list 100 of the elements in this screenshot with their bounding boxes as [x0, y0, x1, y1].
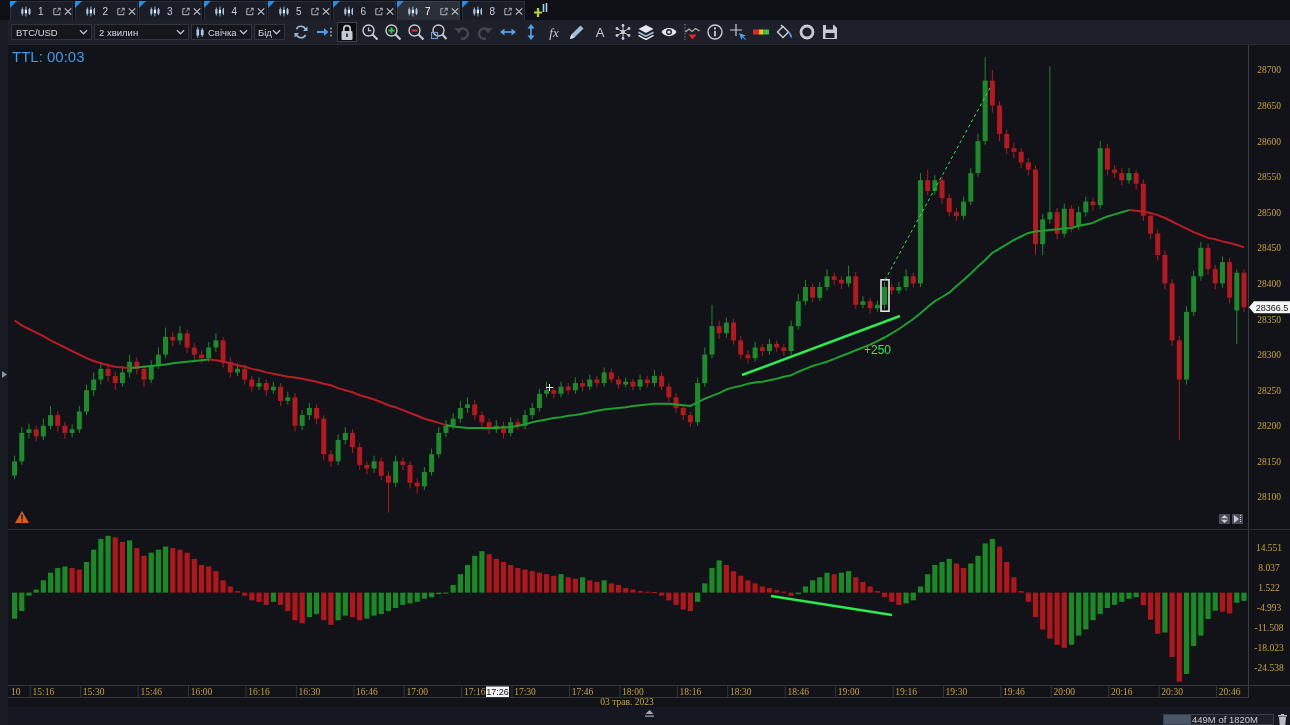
lock-button[interactable]	[337, 22, 357, 42]
zoom-out-button[interactable]	[406, 22, 426, 42]
chart-type-select[interactable]: Свічка	[191, 24, 252, 40]
time-axis-label: 20:00	[1053, 687, 1076, 697]
time-axis-label: 18:30	[729, 687, 752, 697]
crosshair-cursor-icon	[546, 384, 553, 391]
close-icon[interactable]	[321, 6, 330, 16]
price-axis-label: 28300	[1257, 350, 1281, 361]
zoom-fit-button[interactable]	[429, 22, 449, 42]
corner-triangle-icon	[203, 1, 211, 8]
function-button[interactable]: fx	[544, 22, 564, 42]
trash-icon[interactable]	[1278, 713, 1287, 725]
timeframe-select[interactable]: 2 хвилин	[94, 24, 189, 40]
caret-icon	[239, 29, 248, 35]
ring-button[interactable]	[797, 22, 817, 42]
corner-triangle-icon	[74, 1, 82, 8]
cursor-time-tag: 17:26	[486, 686, 509, 697]
oscillator-axis-label: 8.037	[1258, 563, 1280, 574]
popout-icon[interactable]	[439, 6, 448, 16]
corner-triangle-icon	[332, 1, 340, 8]
chart-tab[interactable]: 1	[10, 1, 73, 20]
save-button[interactable]	[820, 22, 840, 42]
corner-triangle-icon	[397, 1, 404, 8]
caret-icon	[176, 29, 185, 35]
crosshair-button[interactable]	[728, 22, 748, 42]
text-tool-button[interactable]: A	[590, 22, 610, 42]
close-icon[interactable]	[515, 6, 524, 16]
paint-bucket-icon	[776, 24, 792, 40]
save-icon	[822, 24, 838, 40]
popout-icon[interactable]	[310, 6, 319, 16]
chart-tab[interactable]: 8	[461, 1, 525, 20]
redo-icon	[477, 24, 493, 40]
undo-icon	[454, 24, 470, 40]
ring-icon	[799, 24, 815, 40]
add-tab-icon[interactable]	[534, 3, 548, 17]
popout-icon[interactable]	[117, 6, 126, 16]
close-icon[interactable]	[386, 6, 395, 16]
zoom-in-button[interactable]	[383, 22, 403, 42]
time-axis-label: 18:16	[679, 687, 702, 697]
time-axis-label: 17:00	[406, 687, 429, 697]
oscillator-axis-label: 1.522	[1258, 583, 1280, 594]
scale-button[interactable]	[1219, 514, 1230, 524]
close-icon[interactable]	[257, 6, 266, 16]
time-axis-label: 20:46	[1218, 687, 1241, 697]
expand-arrow-icon[interactable]	[1, 371, 7, 378]
time-axis-label: 15:46	[140, 687, 162, 697]
symbol-select[interactable]: BTC/USD	[11, 24, 92, 40]
price-axis-label: 28450	[1257, 243, 1281, 254]
chart-tab[interactable]: 4	[203, 1, 267, 20]
trend-line[interactable]	[741, 314, 902, 377]
popout-icon[interactable]	[375, 6, 384, 16]
time-axis-label: 18:00	[622, 687, 644, 697]
time-axis-label: 20:16	[1110, 687, 1133, 697]
close-icon[interactable]	[450, 6, 459, 16]
price-side-select[interactable]: Бід	[254, 24, 285, 40]
layers-button[interactable]	[636, 22, 656, 42]
popout-icon[interactable]	[181, 6, 190, 16]
chart-tab[interactable]: 5	[268, 1, 331, 20]
price-axis-label: 28700	[1257, 65, 1281, 76]
popout-icon[interactable]	[52, 6, 61, 16]
nodes-button[interactable]	[613, 22, 633, 42]
nodes-icon	[615, 24, 631, 40]
candle	[767, 338, 772, 356]
arrow-up-icon[interactable]	[645, 709, 654, 717]
zoom-in-icon	[385, 24, 401, 40]
time-axis-label: 17:16	[463, 687, 486, 697]
chart-tab[interactable]: 2	[74, 1, 138, 20]
price-axis-label: 28100	[1257, 492, 1281, 503]
time-axis-label: 17:30	[514, 687, 536, 697]
popout-icon[interactable]	[504, 6, 513, 16]
trend-line[interactable]	[770, 594, 893, 617]
corner-triangle-icon	[461, 1, 469, 8]
corner-triangle-icon	[10, 1, 17, 8]
popout-icon[interactable]	[246, 6, 255, 16]
play-icon	[1234, 515, 1241, 523]
price-axis-label: 28150	[1257, 456, 1281, 467]
crosshair-icon	[730, 24, 746, 40]
candlestick-icon	[279, 5, 289, 17]
chart-tab[interactable]: 7	[397, 1, 460, 20]
candlestick-icon	[214, 5, 225, 17]
scroll-end-button[interactable]	[1232, 514, 1243, 524]
time-axis-label: 16:16	[248, 687, 270, 697]
chart-tab[interactable]: 3	[139, 1, 202, 20]
close-icon[interactable]	[192, 6, 201, 16]
chart-tab[interactable]: 6	[332, 1, 396, 20]
candlestick-icon	[408, 5, 418, 17]
time-zoom-button[interactable]	[360, 22, 380, 42]
candlestick-icon	[150, 5, 160, 17]
indicator-button[interactable]	[682, 22, 702, 42]
close-icon[interactable]	[128, 6, 137, 16]
time-axis-label: 10	[11, 687, 21, 697]
close-icon[interactable]	[63, 6, 72, 16]
candlestick-icon	[343, 5, 354, 17]
last-price-tag: 28366.5	[1249, 301, 1290, 314]
memory-usage-text: 449M of 1820M	[1191, 714, 1258, 724]
lock-icon	[339, 24, 355, 40]
candle	[84, 384, 89, 416]
time-axis-label: 16:00	[190, 687, 213, 697]
info-button[interactable]	[705, 22, 725, 42]
time-axis-label: 19:16	[895, 687, 917, 697]
